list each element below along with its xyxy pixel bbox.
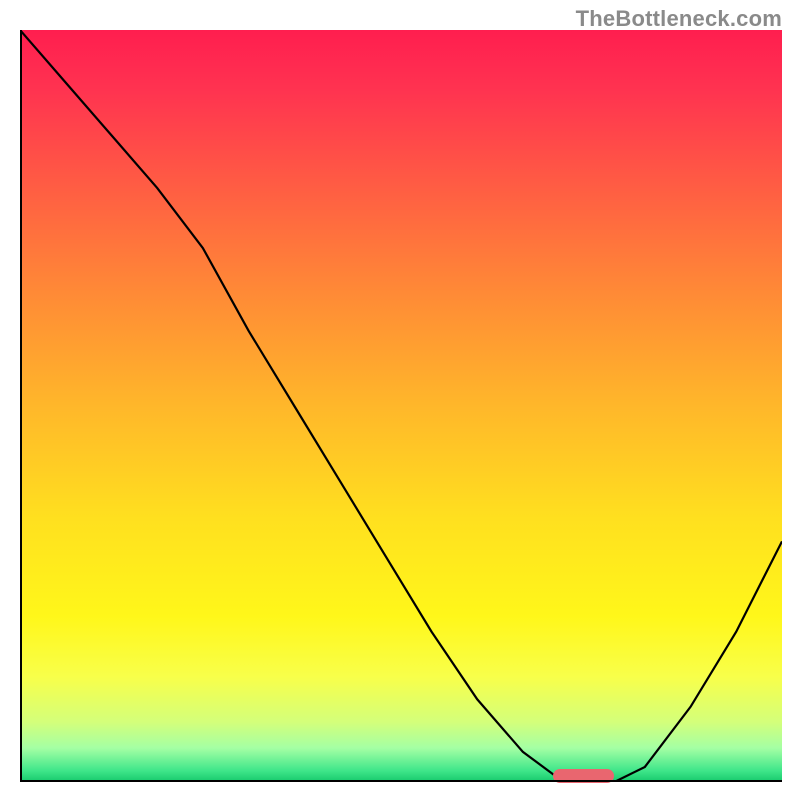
plot-area: [20, 30, 782, 782]
x-axis: [20, 780, 782, 782]
bottleneck-chart: TheBottleneck.com: [0, 0, 800, 800]
gradient-background: [20, 30, 782, 782]
watermark-text: TheBottleneck.com: [576, 6, 782, 32]
y-axis: [20, 30, 22, 782]
